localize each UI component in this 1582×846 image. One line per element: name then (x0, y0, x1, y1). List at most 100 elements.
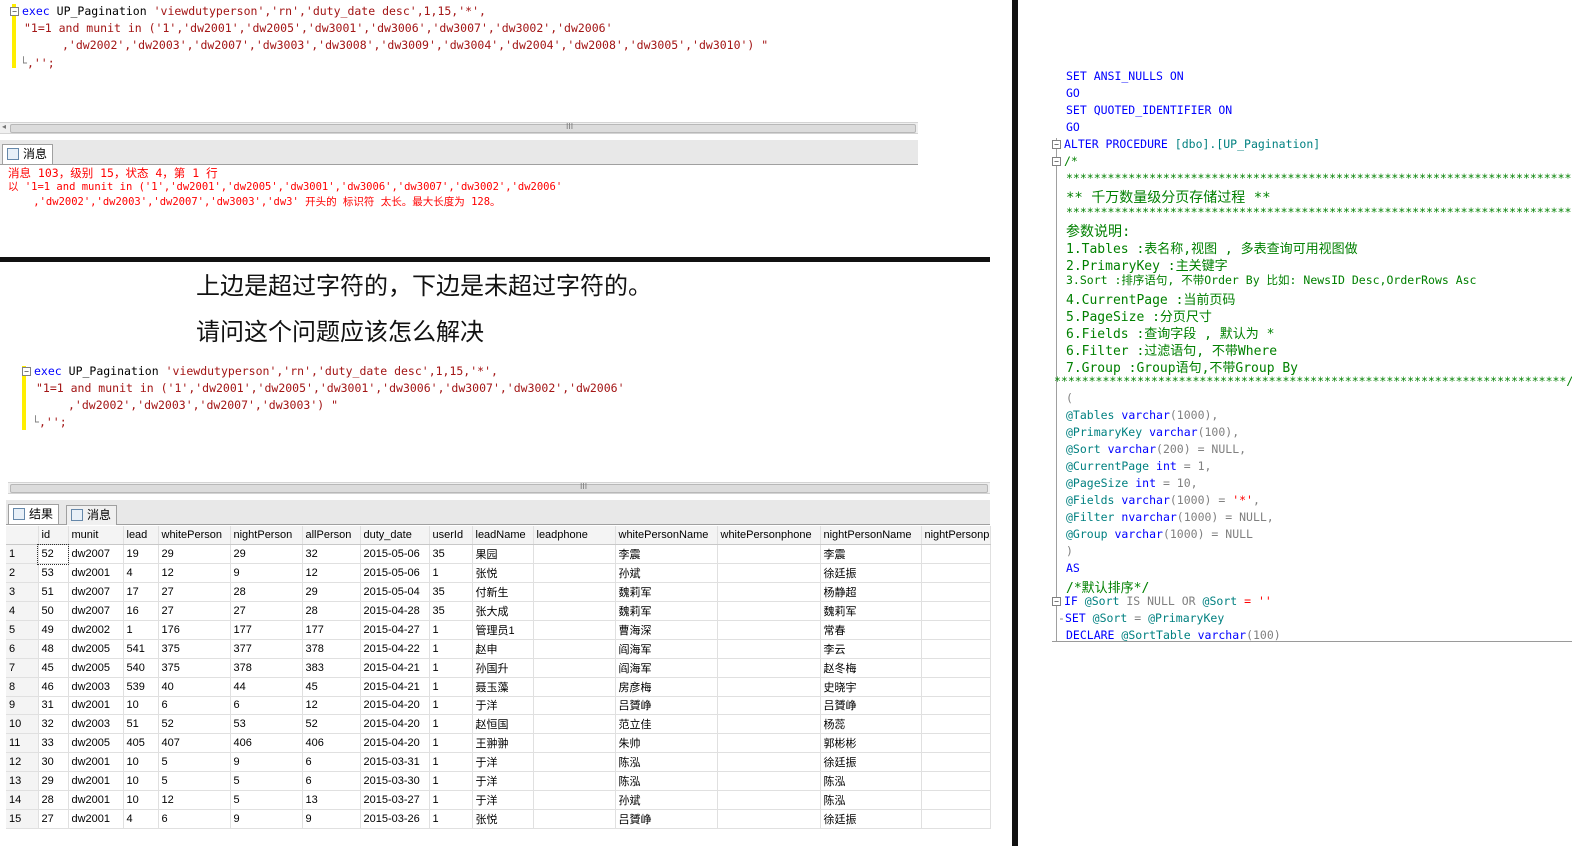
column-header[interactable]: nightPersonph (921, 526, 991, 546)
sp-code-editor[interactable]: SET ANSI_NULLS ON GO SET QUOTED_IDENTIFI… (1052, 66, 1572, 642)
table-cell[interactable]: 12 (158, 790, 231, 810)
table-cell[interactable]: dw2005 (68, 733, 124, 754)
table-cell[interactable] (921, 809, 991, 829)
top-query-editor[interactable]: − exec UP_Pagination 'viewdutyperson','rn… (0, 0, 918, 122)
table-cell[interactable]: 383 (302, 658, 361, 678)
bottom-editor-hscrollbar[interactable]: III (8, 482, 990, 494)
collapse-icon[interactable]: − (22, 367, 31, 376)
table-cell[interactable]: 378 (230, 658, 303, 678)
table-cell[interactable]: 史晓宇 (820, 677, 922, 697)
column-header[interactable]: userId (429, 526, 473, 546)
table-cell[interactable]: 12 (158, 563, 231, 584)
table-cell[interactable]: 陈泓 (820, 790, 922, 810)
table-cell[interactable] (921, 677, 991, 697)
table-cell[interactable]: 49 (38, 620, 69, 640)
table-cell[interactable]: 52 (158, 714, 231, 735)
table-cell[interactable]: 378 (302, 639, 361, 659)
table-cell[interactable]: 于洋 (472, 771, 534, 791)
table-cell[interactable]: 405 (123, 733, 159, 754)
table-cell[interactable]: 陈泓 (615, 752, 718, 773)
table-cell[interactable] (533, 563, 616, 584)
row-number[interactable]: 2 (6, 563, 39, 584)
table-cell[interactable]: 176 (158, 620, 231, 640)
table-cell[interactable]: 吕贇峥 (820, 696, 922, 716)
table-row[interactable]: 14 28 dw2001 10 12 5 13 2015-03-27 1 于洋 孙斌 陈泓 (6, 790, 991, 810)
scroll-thumb[interactable] (10, 124, 916, 133)
table-cell[interactable]: 2015-03-30 (360, 771, 430, 791)
table-cell[interactable]: 2015-04-28 (360, 601, 430, 621)
table-cell[interactable]: 48 (38, 639, 69, 659)
table-cell[interactable]: 1 (429, 658, 473, 678)
column-header[interactable]: whitePerson (158, 526, 231, 546)
table-cell[interactable]: 2015-04-22 (360, 639, 430, 659)
table-cell[interactable]: 35 (429, 582, 473, 603)
table-cell[interactable] (717, 771, 821, 791)
table-cell[interactable]: 539 (123, 677, 159, 697)
table-cell[interactable]: dw2007 (68, 601, 124, 621)
table-cell[interactable] (717, 696, 821, 716)
table-cell[interactable]: 管理员1 (472, 620, 534, 640)
table-cell[interactable]: 540 (123, 658, 159, 678)
table-cell[interactable] (533, 639, 616, 659)
table-cell[interactable]: 12 (302, 696, 361, 716)
table-cell[interactable]: 李云 (820, 639, 922, 659)
scroll-left-arrow-icon[interactable]: ◂ (2, 122, 6, 131)
table-cell[interactable] (717, 544, 821, 565)
table-cell[interactable]: 1 (429, 677, 473, 697)
table-cell[interactable]: 2015-03-31 (360, 752, 430, 773)
table-cell[interactable]: 赵恒国 (472, 714, 534, 735)
table-cell[interactable] (921, 752, 991, 773)
table-cell[interactable] (717, 620, 821, 640)
table-cell[interactable]: 陈泓 (820, 771, 922, 791)
table-cell[interactable]: dw2001 (68, 771, 124, 791)
table-row[interactable]: 4 50 dw2007 16 27 27 28 2015-04-28 35 张大成 魏莉军 魏莉军 (6, 601, 991, 621)
table-cell[interactable]: 2015-05-04 (360, 582, 430, 603)
column-header[interactable]: allPerson (302, 526, 361, 546)
table-cell[interactable]: 6 (158, 696, 231, 716)
table-cell[interactable] (533, 677, 616, 697)
row-number[interactable]: 11 (6, 733, 39, 754)
table-cell[interactable]: 9 (230, 809, 303, 829)
table-cell[interactable]: 1 (429, 733, 473, 754)
table-cell[interactable]: 徐廷振 (820, 809, 922, 829)
table-cell[interactable]: dw2001 (68, 563, 124, 584)
column-header[interactable]: nightPersonName (820, 526, 922, 546)
table-cell[interactable] (717, 677, 821, 697)
table-cell[interactable]: 常春 (820, 620, 922, 640)
table-cell[interactable]: 房彦梅 (615, 677, 718, 697)
table-cell[interactable]: 于洋 (472, 696, 534, 716)
table-cell[interactable]: 177 (230, 620, 303, 640)
table-cell[interactable]: 2015-03-27 (360, 790, 430, 810)
table-cell[interactable]: 赵申 (472, 639, 534, 659)
row-number[interactable]: 4 (6, 601, 39, 621)
table-cell[interactable]: 1 (429, 696, 473, 716)
table-cell[interactable]: 407 (158, 733, 231, 754)
table-cell[interactable]: dw2007 (68, 582, 124, 603)
table-cell[interactable]: 2015-04-21 (360, 658, 430, 678)
table-cell[interactable]: 10 (123, 696, 159, 716)
table-cell[interactable]: 4 (123, 809, 159, 829)
table-cell[interactable]: dw2005 (68, 658, 124, 678)
table-cell[interactable]: 177 (302, 620, 361, 640)
table-row[interactable]: 8 46 dw2003 539 40 44 45 2015-04-21 1 聂玉藻 房彦梅 史晓宇 (6, 677, 991, 697)
table-cell[interactable]: 张悦 (472, 563, 534, 584)
table-cell[interactable]: 李震 (615, 544, 718, 565)
column-header[interactable]: nightPerson (230, 526, 303, 546)
table-cell[interactable]: 52 (302, 714, 361, 735)
column-header[interactable]: duty_date (360, 526, 430, 546)
table-cell[interactable]: 2015-03-26 (360, 809, 430, 829)
table-cell[interactable] (717, 639, 821, 659)
tab-messages[interactable]: 消息 (66, 505, 118, 525)
table-cell[interactable]: 吕贇峥 (615, 809, 718, 829)
table-cell[interactable]: 9 (230, 752, 303, 773)
table-cell[interactable]: 阎海军 (615, 639, 718, 659)
table-cell[interactable] (921, 771, 991, 791)
table-cell[interactable]: 44 (230, 677, 303, 697)
table-cell[interactable]: dw2001 (68, 809, 124, 829)
table-cell[interactable]: dw2001 (68, 696, 124, 716)
table-cell[interactable]: 魏莉军 (615, 582, 718, 603)
table-cell[interactable]: 45 (302, 677, 361, 697)
table-cell[interactable]: 于洋 (472, 790, 534, 810)
table-cell[interactable]: dw2007 (68, 544, 124, 565)
table-cell[interactable]: 2015-04-20 (360, 696, 430, 716)
